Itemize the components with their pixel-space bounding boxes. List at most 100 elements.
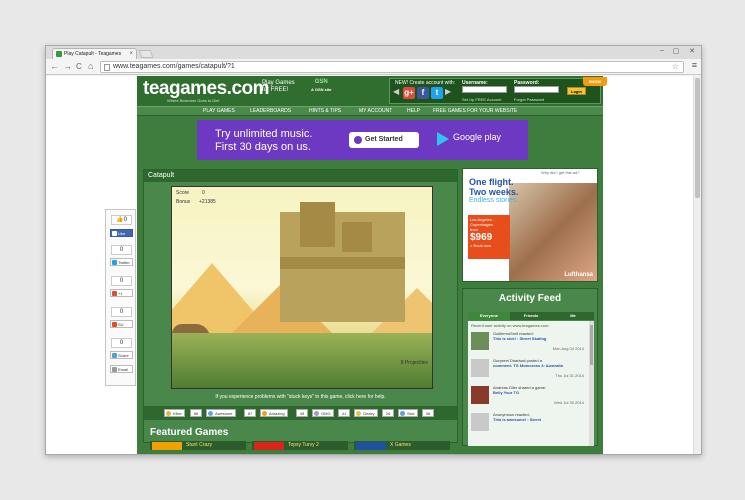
tab-me[interactable]: Me	[552, 312, 594, 320]
url-text: www.teagames.com/games/catapult/?1	[113, 63, 235, 70]
stumbleupon-button[interactable]: SU	[110, 320, 133, 328]
share-button[interactable]: Share	[110, 351, 133, 359]
nav-hints-tips[interactable]: HINTS & TIPS	[309, 108, 341, 114]
feed-scrollbar[interactable]	[589, 321, 594, 446]
page-scroll-thumb[interactable]	[695, 78, 700, 198]
nav-play-games[interactable]: PLAY GAMES	[203, 108, 235, 114]
feed-action[interactable]: This is sick! : Street Skating	[493, 336, 546, 341]
twitter-button[interactable]: Twitter	[110, 258, 133, 266]
twitter-icon	[112, 260, 117, 265]
stuck-keys-help-link[interactable]: If you experience problems with "stuck k…	[144, 394, 457, 400]
page-viewport: teagames.com Where Boredom Goes to Die! …	[46, 76, 695, 454]
facebook-icon[interactable]: f	[417, 87, 429, 99]
ad-get-started-button[interactable]: Get Started	[349, 132, 419, 148]
site-logo[interactable]: teagames.com	[143, 78, 270, 100]
email-label: Email	[118, 367, 129, 372]
home-icon[interactable]: ⌂	[88, 61, 93, 72]
login-button[interactable]: Login	[567, 87, 586, 95]
nav-free-games[interactable]: FREE GAMES FOR YOUR WEBSITE	[433, 108, 517, 114]
site-nav: PLAY GAMES LEADERBOARDS HINTS & TIPS MY …	[137, 106, 603, 116]
featured-game[interactable]: Stunt Crazy	[150, 441, 246, 450]
side-ad[interactable]: Why did I get this ad? One flight. Two w…	[462, 168, 598, 282]
facebook-like-button[interactable]: Like	[110, 229, 133, 237]
game-panel: Catapult Score 0 Bonus +21385 8 Projecti…	[143, 169, 458, 450]
gsn-logo[interactable]: GSN A GSN site	[311, 79, 332, 93]
avatar[interactable]	[471, 359, 489, 377]
prev-arrow-icon[interactable]: ◀	[393, 87, 399, 96]
feed-scroll-thumb[interactable]	[590, 325, 593, 365]
page-scrollbar[interactable]	[693, 76, 701, 454]
rate-sick-button[interactable]: Sick	[398, 409, 418, 417]
login-box: NEW! Create account with: ◀ g+ f t ▶ Use…	[389, 77, 607, 104]
avatar[interactable]	[471, 386, 489, 404]
ad-headline: Try unlimited music. First 30 days on us…	[215, 128, 312, 154]
avatar[interactable]	[471, 413, 489, 431]
tab-friends[interactable]: Friends	[510, 312, 552, 320]
close-window-icon[interactable]: ✕	[685, 47, 699, 55]
top-ad-banner[interactable]: Try unlimited music. First 30 days on us…	[197, 120, 528, 160]
show-button[interactable]: SHOW	[583, 77, 607, 86]
stumbleupon-count: 0	[111, 307, 132, 317]
feed-date: Thu Jul 31 2014	[555, 373, 584, 378]
ad-photo	[509, 183, 597, 281]
twitter-count: 0	[111, 245, 132, 255]
featured-game-name[interactable]: Stunt Crazy	[186, 442, 212, 448]
nav-leaderboards[interactable]: LEADERBOARDS	[250, 108, 291, 114]
site-tagline: Where Boredom Goes to Die!	[167, 98, 220, 103]
gsn-subtext: A GSN site	[311, 87, 332, 92]
feed-action-text: This is awesome! : Street	[493, 417, 542, 422]
rate-omg-count: 41	[338, 409, 350, 417]
close-tab-icon[interactable]: ×	[129, 49, 133, 59]
share-count: 0	[111, 338, 132, 348]
feed-action[interactable]: Belly Your TG	[493, 390, 519, 395]
address-bar[interactable]: www.teagames.com/games/catapult/?1 ☆	[100, 61, 684, 73]
nav-my-account[interactable]: MY ACCOUNT	[359, 108, 392, 114]
forgot-password-link[interactable]: Forgot Password	[514, 97, 544, 102]
minimize-icon[interactable]: –	[655, 47, 669, 54]
site-container: teagames.com Where Boredom Goes to Die! …	[137, 76, 607, 454]
gsn-text: GSN	[314, 79, 328, 85]
password-input[interactable]	[514, 86, 559, 93]
feed-action[interactable]: comment: TG Motocross 3: Australia	[493, 363, 563, 368]
nav-help[interactable]: HELP	[407, 108, 420, 114]
twitter-icon[interactable]: t	[431, 87, 443, 99]
rate-amazing-button[interactable]: Amazing	[260, 409, 288, 417]
projectiles-count: 8 Projectiles	[400, 360, 428, 366]
google-plus-icon[interactable]: g+	[403, 87, 415, 99]
reload-icon[interactable]: C	[76, 61, 82, 72]
rate-killer-count: 56	[190, 409, 202, 417]
email-button[interactable]: Email	[110, 365, 133, 373]
rate-geeky-button[interactable]: Geeky	[354, 409, 378, 417]
featured-game[interactable]: Topsy Turvy 2	[252, 441, 348, 450]
username-input[interactable]	[462, 86, 507, 93]
gplus-button[interactable]: +1	[110, 289, 133, 297]
feed-title: Activity Feed	[498, 293, 562, 304]
forward-icon[interactable]: →	[63, 61, 72, 72]
ad-why-link[interactable]: Why did I get this ad?	[541, 170, 579, 175]
featured-game[interactable]: X Games	[354, 441, 450, 450]
rate-omg-button[interactable]: OMG	[312, 409, 334, 417]
bookmark-star-icon[interactable]: ☆	[672, 62, 679, 72]
featured-game-name[interactable]: X Games	[390, 442, 411, 448]
next-arrow-icon[interactable]: ▶	[445, 87, 451, 96]
feed-action[interactable]: This is awesome! : Street	[493, 417, 541, 422]
signup-link[interactable]: Set Up FREE Account	[462, 97, 501, 102]
rate-awesome-button[interactable]: Awesome	[206, 409, 236, 417]
back-icon[interactable]: ←	[50, 61, 59, 72]
game-canvas[interactable]: Score 0 Bonus +21385 8 Projectiles	[171, 186, 433, 389]
menu-icon[interactable]: ≡	[692, 60, 697, 70]
thumb-up-icon[interactable]: 👍0	[111, 215, 132, 225]
ad-book-now[interactable]: > Book now	[470, 243, 508, 248]
tab-everyone[interactable]: Everyone	[468, 312, 510, 320]
castle	[280, 202, 405, 322]
maximize-icon[interactable]: ▢	[669, 47, 683, 55]
share-icon	[112, 353, 117, 358]
featured-game-name[interactable]: Topsy Turvy 2	[288, 442, 319, 448]
avatar[interactable]	[471, 332, 489, 350]
twitter-label: Twitter	[118, 260, 130, 265]
rate-killer-button[interactable]: Killer	[164, 409, 185, 417]
browser-window: Play Catapult - Teagames × – ▢ ✕ ← → C ⌂…	[45, 45, 702, 455]
browser-tab[interactable]: Play Catapult - Teagames ×	[52, 48, 137, 59]
tab-title: Play Catapult - Teagames	[64, 51, 122, 57]
new-tab-button[interactable]	[138, 50, 154, 58]
